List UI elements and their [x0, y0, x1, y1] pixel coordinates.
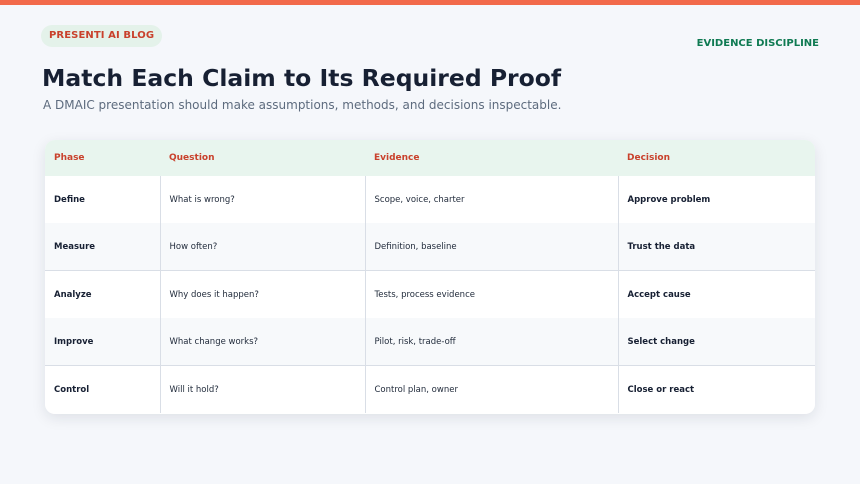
phase-cell: Analyze: [45, 270, 161, 318]
question-cell: What is wrong?: [160, 176, 366, 223]
header-evidence: Evidence: [365, 140, 618, 176]
table-row: Measure How often? Definition, baseline …: [45, 223, 815, 271]
evidence-cell: Tests, process evidence: [365, 270, 619, 318]
dmaic-table-card: Phase Question Evidence Decision Define …: [45, 140, 815, 414]
page-subtitle: A DMAIC presentation should make assumpt…: [43, 98, 562, 112]
decision-cell: Accept cause: [618, 270, 815, 318]
question-cell: Will it hold?: [160, 365, 366, 413]
table-row: Control Will it hold? Control plan, owne…: [45, 365, 815, 413]
table-row: Analyze Why does it happen? Tests, proce…: [45, 270, 815, 318]
evidence-cell: Control plan, owner: [365, 365, 619, 413]
question-cell: How often?: [160, 223, 366, 271]
top-accent-bar: [0, 0, 860, 5]
table-row: Define What is wrong? Scope, voice, char…: [45, 176, 815, 223]
dmaic-table: Phase Question Evidence Decision Define …: [45, 140, 815, 413]
header-question: Question: [160, 140, 365, 176]
blog-badge: PRESENTI AI BLOG: [41, 25, 163, 47]
question-cell: Why does it happen?: [160, 270, 366, 318]
decision-cell: Select change: [618, 318, 815, 366]
phase-cell: Control: [45, 365, 161, 413]
decision-cell: Trust the data: [618, 223, 815, 271]
table-header-row: Phase Question Evidence Decision: [45, 140, 815, 176]
phase-cell: Improve: [45, 318, 161, 366]
phase-cell: Measure: [45, 223, 161, 271]
phase-cell: Define: [45, 176, 161, 223]
evidence-cell: Pilot, risk, trade-off: [365, 318, 619, 366]
header-phase: Phase: [45, 140, 160, 176]
evidence-cell: Scope, voice, charter: [365, 176, 619, 223]
decision-cell: Close or react: [618, 365, 815, 413]
evidence-cell: Definition, baseline: [365, 223, 619, 271]
question-cell: What change works?: [160, 318, 366, 366]
table-row: Improve What change works? Pilot, risk, …: [45, 318, 815, 366]
header-decision: Decision: [618, 140, 815, 176]
decision-cell: Approve problem: [618, 176, 815, 223]
section-tag: EVIDENCE DISCIPLINE: [696, 38, 819, 49]
page-title: Match Each Claim to Its Required Proof: [42, 64, 562, 92]
